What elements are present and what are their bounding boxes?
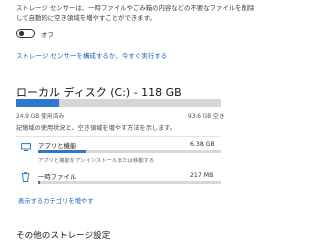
storage-sense-description-line1: ストレージ センサーは、一時ファイルやごみ箱の内容などの不要なファイルを削除 [16,4,255,12]
apps-monitor-icon [21,143,31,151]
storage-info-text: 記憶域の使用状況と、空き領域を増やす方法を示します。 [16,125,177,132]
temp-files-category[interactable]: 一時ファイル [38,172,76,181]
storage-sense-description-line2: して自動的に空き領域を増やすことができます。 [16,14,156,22]
disk-usage-bar [16,99,221,107]
apps-features-bar-fill [38,150,86,153]
free-space-label: 93.6 GB 空き [188,114,225,120]
trash-icon [21,172,30,182]
divider [16,136,221,137]
apps-features-bar [38,150,221,153]
other-storage-settings-heading: その他のストレージ設定 [16,231,111,241]
apps-features-description: アプリと機能をアンインストールまたは移動する [38,158,155,164]
temp-files-size: 217 MB [190,172,214,179]
apps-features-category[interactable]: アプリと機能 [38,141,76,150]
local-disk-heading: ローカル ディスク (C:) - 118 GB [16,86,182,99]
apps-features-size: 6.38 GB [190,141,215,148]
disk-usage-bar-fill [16,99,60,107]
temp-files-bar [38,181,221,184]
toggle-knob [19,31,24,36]
temp-files-bar-fill [38,181,40,184]
show-more-categories-link[interactable]: 表示するカテゴリを増やす [18,196,94,205]
used-space-label: 24.9 GB 使用済み [16,114,65,120]
storage-sense-toggle[interactable] [16,29,35,38]
configure-storage-sense-link[interactable]: ストレージ センサーを構成するか、今すぐ実行する [16,50,167,60]
storage-sense-toggle-label: オフ [41,31,54,39]
